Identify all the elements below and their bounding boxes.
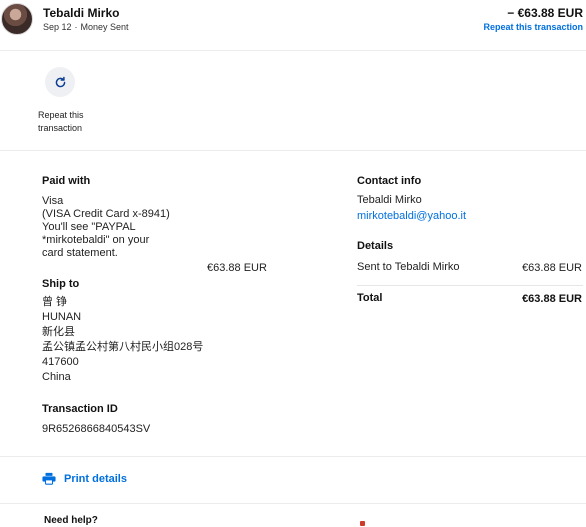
printer-icon [42,472,56,485]
payment-line: card statement. [42,247,118,259]
address-line: 417600 [42,356,79,368]
payment-line: Visa [42,195,64,207]
transaction-id-title: Transaction ID [42,403,118,415]
transaction-date: Sep 12 [43,22,72,32]
details-sent-label: Sent to Tebaldi Mirko [357,261,460,273]
address-line: 孟公镇孟公村第八村民小组028号 [42,341,204,353]
payment-method-details: Visa (VISA Credit Card x-8941) You'll se… [42,195,170,260]
divider [0,150,586,151]
ship-to-title: Ship to [42,278,80,290]
divider [0,503,586,504]
address-line: China [42,371,71,383]
help-icon [360,521,365,526]
transaction-id-value: 9R6526866840543SV [42,423,151,435]
repeat-transaction-label: Repeat this transaction [38,110,84,133]
divider [0,456,586,457]
paid-with-title: Paid with [42,175,91,187]
need-help-title: Need help? [44,515,98,526]
repeat-transaction-button[interactable] [45,67,75,97]
repeat-transaction-link[interactable]: Repeat this transaction [483,22,583,32]
details-divider [357,285,583,286]
address-line: 新化县 [42,326,75,338]
transaction-meta: Sep 12 · Money Sent [43,22,129,32]
total-label: Total [357,292,383,304]
paid-amount: €63.88 EUR [207,262,267,274]
separator-dot: · [74,22,78,32]
print-details-label: Print details [64,472,127,485]
total-amount: €63.88 EUR [522,293,582,305]
contact-name: Tebaldi Mirko [43,6,120,20]
details-title: Details [357,240,394,252]
refresh-icon [55,76,65,87]
details-sent-amount: €63.88 EUR [522,262,582,274]
print-details-button[interactable]: Print details [42,472,127,485]
avatar [1,3,33,35]
payment-line: (VISA Credit Card x-8941) [42,208,170,220]
shipping-address: 曾 铮 HUNAN 新化县 孟公镇孟公村第八村民小组028号 417600 Ch… [42,295,203,385]
address-line: HUNAN [42,311,82,323]
transaction-type: Money Sent [80,22,129,32]
address-line: 曾 铮 [42,296,68,308]
contact-name-value: Tebaldi Mirko [357,194,422,206]
payment-line: *mirkotebaldi" on your [42,234,150,246]
divider [0,50,586,51]
contact-email-link[interactable]: mirkotebaldi@yahoo.it [357,210,466,223]
transaction-amount: − €63.88 EUR [507,6,583,20]
contact-info-title: Contact info [357,175,422,187]
payment-line: You'll see "PAYPAL [42,221,136,233]
